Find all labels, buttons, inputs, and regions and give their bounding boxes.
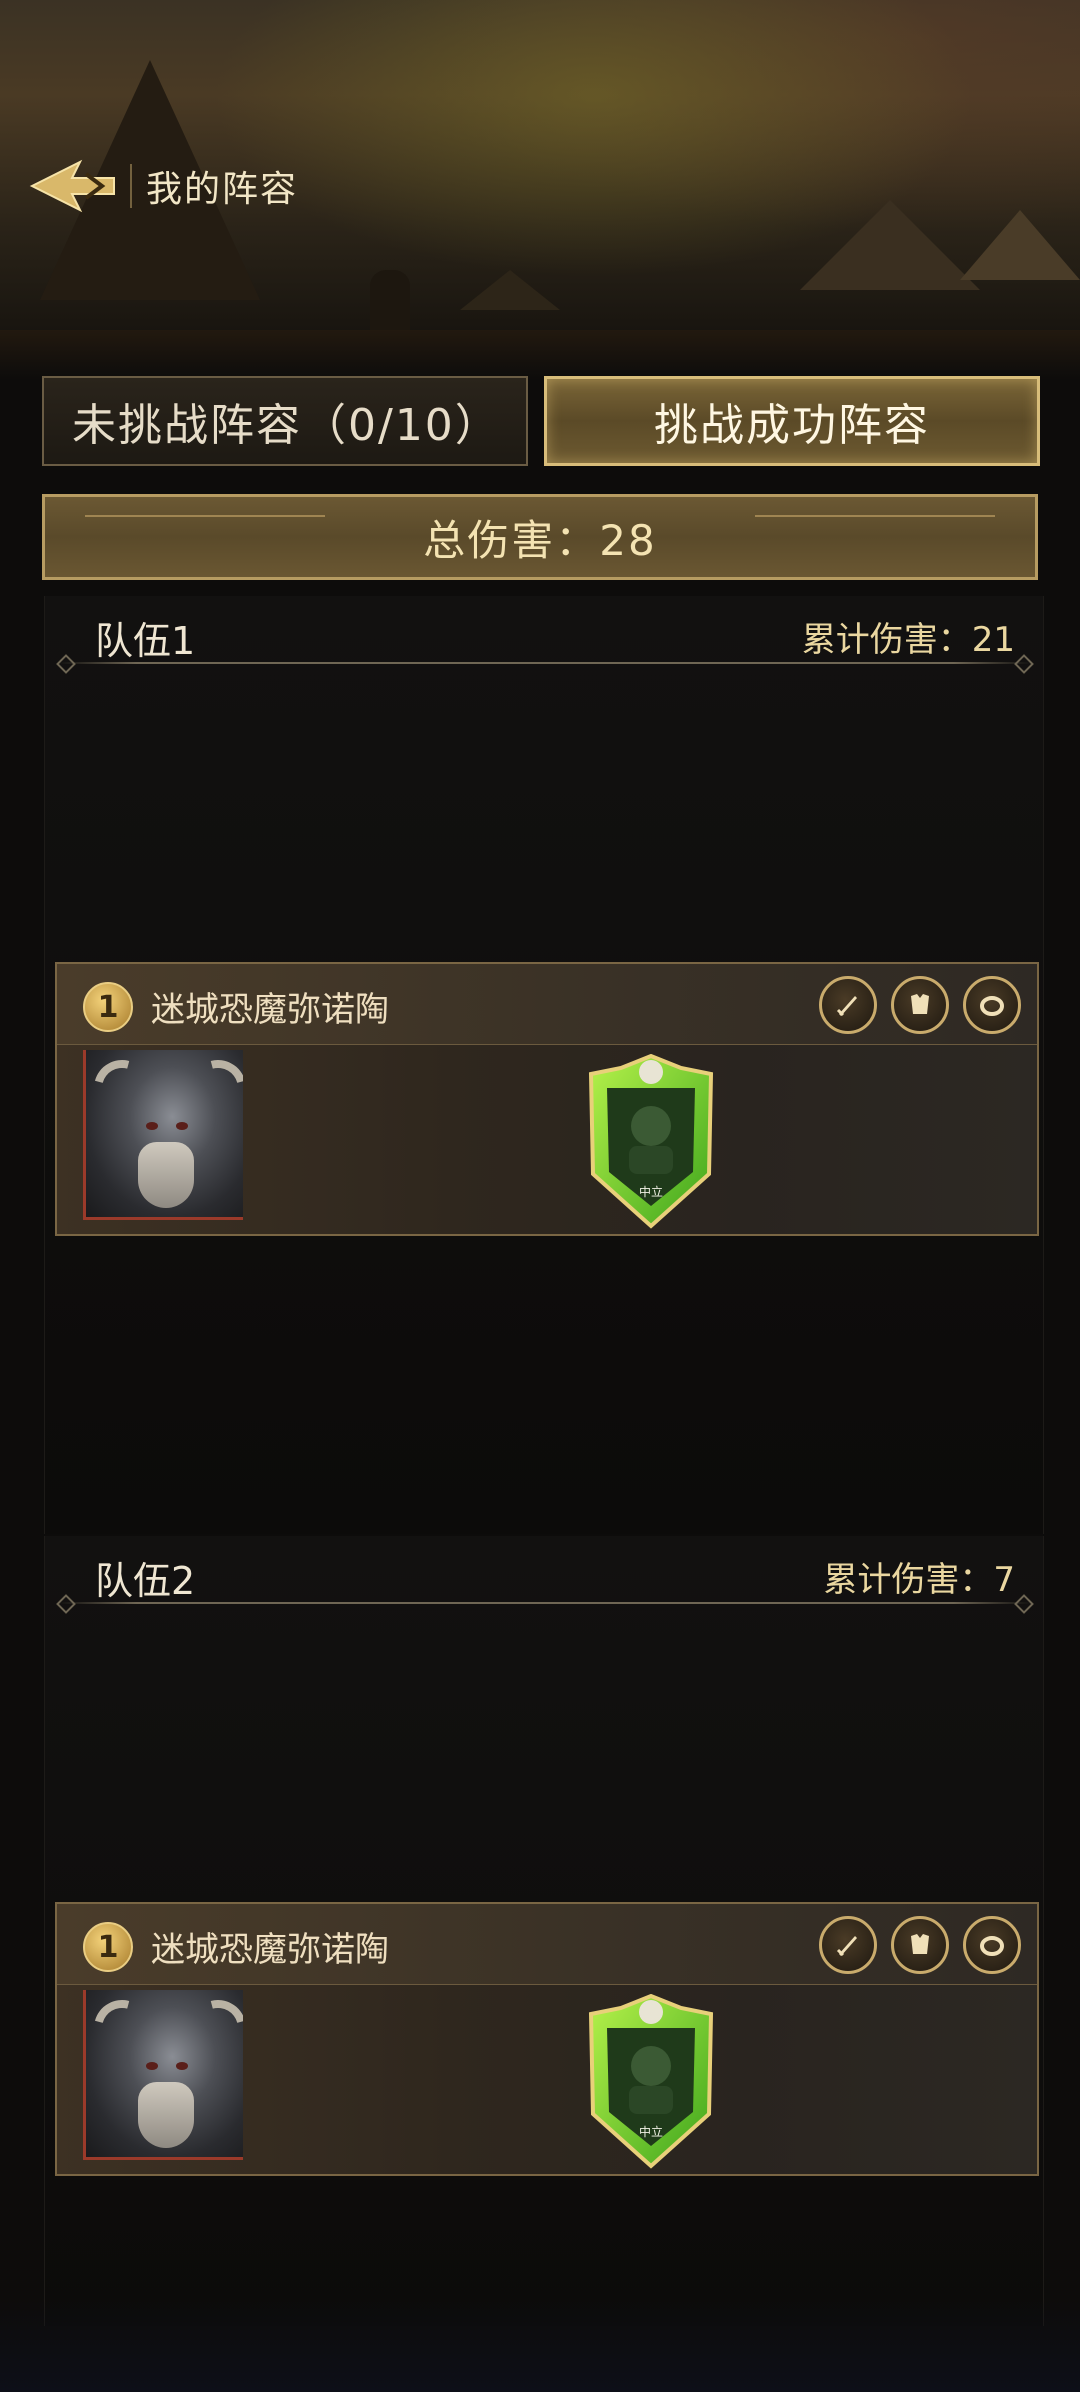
team-cumulative-damage: 累计伤害：7 bbox=[823, 1560, 1015, 1600]
top-nav: 我的阵容 bbox=[28, 150, 298, 222]
back-button[interactable] bbox=[28, 150, 128, 222]
horn-shape bbox=[179, 1050, 243, 1127]
hero-name: 迷城恐魔弥诺陶 bbox=[151, 990, 389, 1030]
tent-silhouette bbox=[460, 270, 560, 310]
horn-shape bbox=[179, 1990, 243, 2067]
tab-bar: 未挑战阵容（0/10） 挑战成功阵容 bbox=[42, 376, 1040, 468]
horn-shape bbox=[86, 1050, 161, 1127]
back-arrow-icon bbox=[29, 159, 115, 213]
hero-level-badge: 1 bbox=[83, 1922, 133, 1972]
sword-icon[interactable] bbox=[819, 976, 877, 1034]
tab-challenge-success[interactable]: 挑战成功阵容 bbox=[544, 376, 1040, 466]
eye-shape bbox=[176, 1122, 188, 1130]
team-name: 队伍1 bbox=[95, 619, 196, 663]
tent-silhouette bbox=[800, 200, 980, 290]
team-section: 队伍1 累计伤害：21 1 迷城恐魔弥诺陶 中立 bbox=[44, 596, 1044, 1534]
team-divider bbox=[59, 662, 1031, 664]
faction-label: 中立 bbox=[639, 2124, 663, 2139]
faction-emblem-icon: 中立 bbox=[588, 1054, 714, 1229]
hero-portrait bbox=[83, 1990, 243, 2160]
banner-ornament bbox=[85, 515, 325, 517]
hero-name: 迷城恐魔弥诺陶 bbox=[151, 1930, 389, 1970]
team-header: 队伍2 累计伤害：7 bbox=[45, 1536, 1045, 1606]
team-section: 队伍2 累计伤害：7 1 迷城恐魔弥诺陶 中立 bbox=[44, 1536, 1044, 2326]
beard-shape bbox=[138, 1142, 194, 1208]
header-divider bbox=[130, 164, 132, 208]
hero-card[interactable]: 1 迷城恐魔弥诺陶 中立 bbox=[55, 962, 1039, 1236]
sword-icon[interactable] bbox=[819, 1916, 877, 1974]
total-damage-banner: 总伤害：28 bbox=[42, 494, 1038, 580]
team-name: 队伍2 bbox=[95, 1559, 196, 1603]
ground-band bbox=[0, 330, 1080, 380]
faction-emblem-icon: 中立 bbox=[588, 1994, 714, 2169]
ring-icon[interactable] bbox=[963, 1916, 1021, 1974]
eye-shape bbox=[146, 1122, 158, 1130]
faction-label: 中立 bbox=[639, 1184, 663, 1199]
total-damage-text: 总伤害：28 bbox=[423, 515, 657, 565]
armor-icon[interactable] bbox=[891, 1916, 949, 1974]
hero-portrait bbox=[83, 1050, 243, 1220]
beard-shape bbox=[138, 2082, 194, 2148]
eye-shape bbox=[146, 2062, 158, 2070]
armor-icon[interactable] bbox=[891, 976, 949, 1034]
eye-shape bbox=[176, 2062, 188, 2070]
team-cumulative-damage: 累计伤害：21 bbox=[801, 620, 1015, 660]
tent-silhouette bbox=[960, 210, 1080, 280]
page-title: 我的阵容 bbox=[146, 169, 299, 210]
tab-unchallenged[interactable]: 未挑战阵容（0/10） bbox=[42, 376, 528, 466]
hero-card[interactable]: 1 迷城恐魔弥诺陶 中立 bbox=[55, 1902, 1039, 2176]
ring-icon[interactable] bbox=[963, 976, 1021, 1034]
team-divider bbox=[59, 1602, 1031, 1604]
hero-level-badge: 1 bbox=[83, 982, 133, 1032]
hero-card-header: 1 迷城恐魔弥诺陶 bbox=[57, 1904, 1037, 1985]
banner-ornament bbox=[755, 515, 995, 517]
hero-card-header: 1 迷城恐魔弥诺陶 bbox=[57, 964, 1037, 1045]
team-header: 队伍1 累计伤害：21 bbox=[45, 596, 1045, 666]
bottom-fade bbox=[0, 2300, 1080, 2392]
horn-shape bbox=[86, 1990, 161, 2067]
